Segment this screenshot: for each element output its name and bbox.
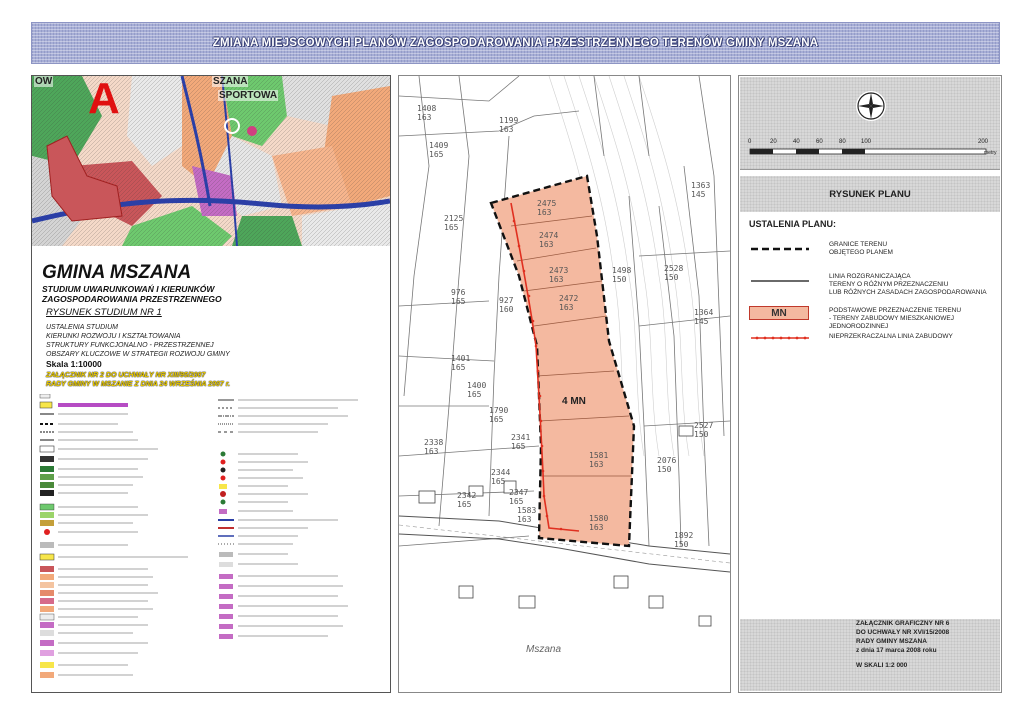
parcel-number: 2341 165 bbox=[511, 433, 531, 451]
parcel-number: 2528 150 bbox=[664, 264, 684, 282]
parcel-number: 1498 150 bbox=[612, 266, 632, 284]
mn-symbol: MN bbox=[749, 306, 809, 320]
parcel-number: 1583 163 bbox=[517, 506, 537, 524]
compass-scale-box: 0 20 40 60 80 100 200 metry bbox=[740, 77, 1000, 170]
plan-drawing bbox=[399, 76, 730, 692]
title-text: ZMIANA MIEJSCOWYCH PLANÓW ZAGOSPODAROWAN… bbox=[212, 37, 819, 49]
study-map-excerpt: A OW SZANA SPORTOWA bbox=[32, 76, 390, 246]
parcel-number: 2076 150 bbox=[657, 456, 677, 474]
parcel-number: 1408 163 bbox=[417, 104, 437, 122]
study-title: GMINA MSZANA bbox=[42, 262, 192, 283]
parcel-number: 2338 163 bbox=[424, 438, 444, 456]
parcel-number: 2473 163 bbox=[549, 266, 569, 284]
annex-box: ZAŁĄCZNIK GRAFICZNY NR 6 DO UCHWAŁY NR X… bbox=[740, 619, 1000, 691]
study-description: USTALENIA STUDIUM KIERUNKI ROZWOJU I KSZ… bbox=[46, 324, 230, 358]
study-scale: Skala 1:10000 bbox=[46, 359, 102, 369]
study-subtitle: STUDIUM UWARUNKOWAŃ I KIERUNKÓW ZAGOSPOD… bbox=[42, 284, 222, 304]
study-drawing-number: RYSUNEK STUDIUM NR 1 bbox=[46, 307, 162, 318]
parcel-number: 976 165 bbox=[451, 288, 466, 306]
parcel-number: 2475 163 bbox=[537, 199, 557, 217]
study-resolution: ZAŁĄCZNIK NR 2 DO UCHWAŁY NR XIII/95/200… bbox=[46, 372, 230, 388]
place-name: Mszana bbox=[526, 644, 562, 655]
parcel-number: 927 160 bbox=[499, 296, 514, 314]
parcel-number: 1580 163 bbox=[589, 514, 609, 532]
parcel-number: 1400 165 bbox=[467, 381, 487, 399]
legend-item-boundary: GRANICE TERENU OBJĘTEGO PLANEM bbox=[749, 241, 999, 261]
legend-title: RYSUNEK PLANU bbox=[829, 188, 911, 200]
legend-item-mn: MN PODSTAWOWE PRZEZNACZENIE TERENU - TER… bbox=[749, 306, 999, 330]
building-line-symbol bbox=[751, 336, 809, 340]
parcel-number: 2125 165 bbox=[444, 214, 464, 232]
parcel-number: 1363 145 bbox=[691, 181, 711, 199]
parcel-number: 1199 163 bbox=[499, 116, 519, 134]
annex-text: ZAŁĄCZNIK GRAFICZNY NR 6 DO UCHWAŁY NR X… bbox=[856, 620, 950, 669]
legend-panel: 0 20 40 60 80 100 200 metry RYSUNEK PLAN… bbox=[738, 75, 1002, 693]
scale-bar bbox=[749, 148, 987, 155]
map-letter: A bbox=[88, 76, 120, 123]
division-line-symbol bbox=[751, 280, 809, 282]
parcel-number: 1364 145 bbox=[694, 308, 714, 326]
parcel-number: 1581 163 bbox=[589, 451, 609, 469]
parcel-number: 1409 165 bbox=[429, 141, 449, 159]
parcel-number: 1790 165 bbox=[489, 406, 509, 424]
parcel-number: 2342 165 bbox=[457, 491, 477, 509]
map-label: OW bbox=[34, 76, 54, 87]
parcel-number: 2474 163 bbox=[539, 231, 559, 249]
parcel-number: 2472 163 bbox=[559, 294, 579, 312]
boundary-line-symbol bbox=[751, 247, 809, 251]
ustalenia-title: USTALENIA PLANU: bbox=[749, 219, 836, 229]
plan-drawing-panel: 1408 163 1199 163 1409 165 2475 163 2474 163 … bbox=[398, 75, 731, 693]
map-label: SZANA bbox=[212, 76, 249, 87]
parcel-number: 2344 165 bbox=[491, 468, 511, 486]
compass-rose-icon bbox=[856, 91, 886, 121]
map-label: SPORTOWA bbox=[218, 90, 279, 101]
legend-title-box: RYSUNEK PLANU bbox=[740, 176, 1000, 212]
legend-item-building-line: NIEPRZEKRACZALNA LINIA ZABUDOWY bbox=[749, 332, 999, 346]
legend-item-division: LINIA ROZGRANICZAJĄCA TERENY O RÓŻNYM PR… bbox=[749, 273, 999, 299]
parcel-number: 1892 150 bbox=[674, 531, 694, 549]
parcel-number: 1401 165 bbox=[451, 354, 471, 372]
study-panel: A OW SZANA SPORTOWA GMINA MSZANA STUDIUM… bbox=[31, 75, 391, 693]
title-banner: ZMIANA MIEJSCOWYCH PLANÓW ZAGOSPODAROWAN… bbox=[31, 22, 1000, 64]
parcel-number: 2527 150 bbox=[694, 421, 714, 439]
zone-label: 4 MN bbox=[562, 396, 586, 407]
parcel-number: 2347 165 bbox=[509, 488, 529, 506]
study-legend-graphic bbox=[39, 394, 358, 678]
